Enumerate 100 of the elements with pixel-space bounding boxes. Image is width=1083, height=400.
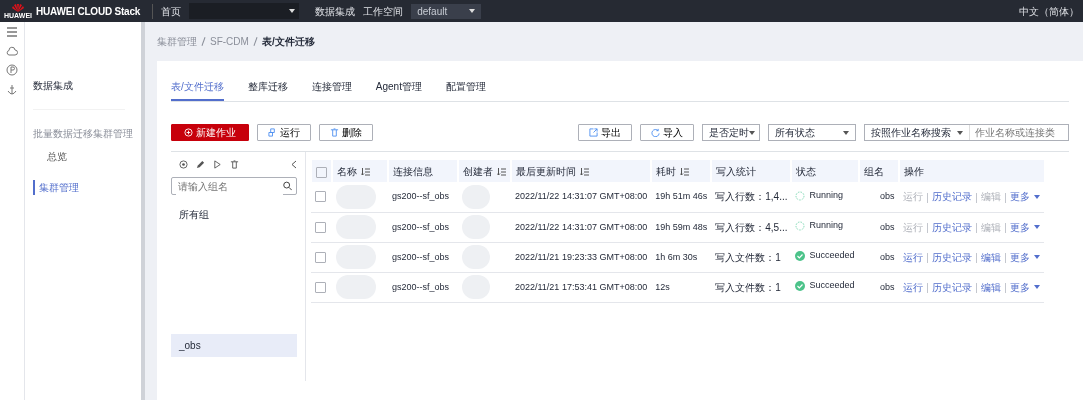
sort-icon[interactable]: [497, 168, 506, 177]
home-link[interactable]: 首页: [152, 3, 182, 19]
row-checkbox[interactable]: [315, 221, 326, 233]
breadcrumb-link[interactable]: 集群管理: [157, 34, 197, 50]
more-link[interactable]: 更多: [1009, 279, 1040, 295]
table-cell: obs: [880, 221, 895, 232]
table-cell: gs200--sf_obs: [392, 281, 450, 292]
status-label: Succeeded: [795, 249, 855, 263]
status-select[interactable]: 所有状态: [768, 124, 856, 142]
more-link[interactable]: 更多: [1009, 249, 1040, 265]
action-link[interactable]: 编辑: [980, 251, 1001, 263]
row-checkbox[interactable]: [315, 251, 326, 263]
group-item[interactable]: _obs: [171, 334, 297, 358]
spinner-icon: [795, 190, 806, 201]
refresh-icon: [651, 128, 660, 138]
add-icon[interactable]: [179, 160, 188, 170]
table-cell: gs200--sf_obs: [392, 251, 450, 262]
menu-icon[interactable]: [6, 26, 18, 38]
workspace-select[interactable]: default: [411, 3, 482, 19]
tab[interactable]: 整库迁移: [247, 79, 288, 102]
sort-icon[interactable]: [680, 168, 690, 177]
select-all-checkbox[interactable]: [316, 166, 327, 178]
anchor-icon[interactable]: [6, 84, 18, 96]
success-icon: [795, 250, 806, 261]
group-item[interactable]: 所有组: [171, 203, 297, 227]
table-cell: 2022/11/21 17:53:41 GMT+08:00: [515, 281, 648, 292]
table-cell: 2022/11/21 19:23:33 GMT+08:00: [515, 251, 648, 262]
action-link[interactable]: 历史记录: [931, 191, 972, 203]
row-checkbox[interactable]: [315, 191, 326, 203]
status-label: Running: [795, 188, 843, 203]
success-icon: [795, 280, 806, 291]
toolbar-button[interactable]: 运行: [257, 124, 311, 142]
status-label: Running: [795, 219, 843, 233]
action-link[interactable]: 历史记录: [931, 281, 972, 293]
table-cell: 写入行数：1,4...: [715, 191, 788, 203]
column-header: 操作: [903, 165, 924, 177]
trash-icon[interactable]: [230, 160, 239, 170]
petal-logo-icon: [12, 3, 24, 12]
tab[interactable]: 配置管理: [445, 79, 486, 102]
action-link[interactable]: 运行: [902, 251, 923, 263]
toolbar-button[interactable]: 导入: [640, 124, 694, 142]
run-icon: [268, 128, 277, 138]
action-link[interactable]: 编辑: [980, 281, 1001, 293]
action-link[interactable]: 运行: [902, 281, 923, 293]
sidebar-item[interactable]: 集群管理: [33, 180, 141, 195]
language-select[interactable]: 中文（简体）: [1019, 3, 1079, 19]
table-cell: 写入文件数：1: [715, 281, 781, 293]
action-link[interactable]: 历史记录: [931, 221, 972, 233]
table-cell: gs200--sf_obs: [392, 221, 450, 232]
cloud-icon[interactable]: [6, 46, 18, 56]
table-cell: 写入文件数：1: [715, 251, 781, 263]
column-header: 最后更新时间: [516, 165, 576, 177]
more-link[interactable]: 更多: [1009, 189, 1040, 205]
tab[interactable]: Agent管理: [375, 79, 422, 102]
brand-name: HUAWEI CLOUD Stack: [36, 4, 141, 19]
toolbar-button[interactable]: 删除: [319, 124, 373, 142]
status-label: Succeeded: [795, 279, 855, 293]
breadcrumb-current: 表/文件迁移: [261, 35, 315, 50]
table-cell: 19h 51m 46s: [655, 191, 708, 202]
sidebar-section: 批量数据迁移集群管理: [33, 126, 141, 141]
spinner-icon: [795, 220, 806, 231]
tab[interactable]: 表/文件迁移: [171, 79, 224, 102]
schedule-select[interactable]: 是否定时: [702, 124, 760, 142]
table-cell: obs: [880, 251, 895, 262]
column-header: 状态: [796, 165, 817, 177]
column-header: 连接信息: [393, 165, 433, 177]
sidebar-title: 数据集成: [33, 79, 74, 93]
table-cell: 2022/11/22 14:31:07 GMT+08:00: [515, 191, 648, 202]
search-icon[interactable]: [282, 181, 292, 192]
collapse-icon[interactable]: [291, 160, 297, 170]
column-header: 创建者: [463, 165, 493, 177]
table-cell: obs: [880, 281, 895, 292]
row-checkbox[interactable]: [315, 281, 326, 293]
add-icon: [184, 128, 193, 138]
export-icon: [589, 128, 598, 138]
column-header: 组名: [863, 165, 884, 177]
column-header: 写入统计: [716, 165, 757, 177]
pencil-icon[interactable]: [196, 160, 205, 170]
table-cell: obs: [880, 191, 895, 202]
top-menu-item[interactable]: 工作空间: [363, 3, 404, 19]
circle-icon[interactable]: [6, 64, 18, 76]
group-search-field[interactable]: 请输入组名: [171, 177, 297, 196]
play-icon[interactable]: [213, 160, 222, 170]
sort-icon[interactable]: [361, 168, 370, 177]
search-field[interactable]: 按照作业名称搜索 作业名称或连接类: [864, 124, 1069, 142]
table-cell: 写入行数：4,5...: [715, 221, 788, 233]
table-cell: gs200--sf_obs: [392, 191, 450, 202]
table-cell: 2022/11/22 14:31:07 GMT+08:00: [515, 221, 648, 232]
trash-icon: [330, 128, 339, 138]
sidebar-item[interactable]: 总览: [33, 149, 141, 164]
table-cell: 1h 6m 30s: [655, 251, 698, 262]
table-cell: 19h 59m 48s: [655, 221, 708, 232]
sort-icon[interactable]: [580, 168, 589, 177]
table-cell: 12s: [655, 281, 670, 292]
new-job-button[interactable]: 新建作业: [171, 124, 249, 142]
toolbar-button[interactable]: 导出: [578, 124, 632, 142]
more-link[interactable]: 更多: [1009, 219, 1040, 235]
action-link[interactable]: 历史记录: [931, 251, 972, 263]
top-menu-item[interactable]: 数据集成: [315, 3, 356, 19]
tab[interactable]: 连接管理: [311, 79, 352, 102]
